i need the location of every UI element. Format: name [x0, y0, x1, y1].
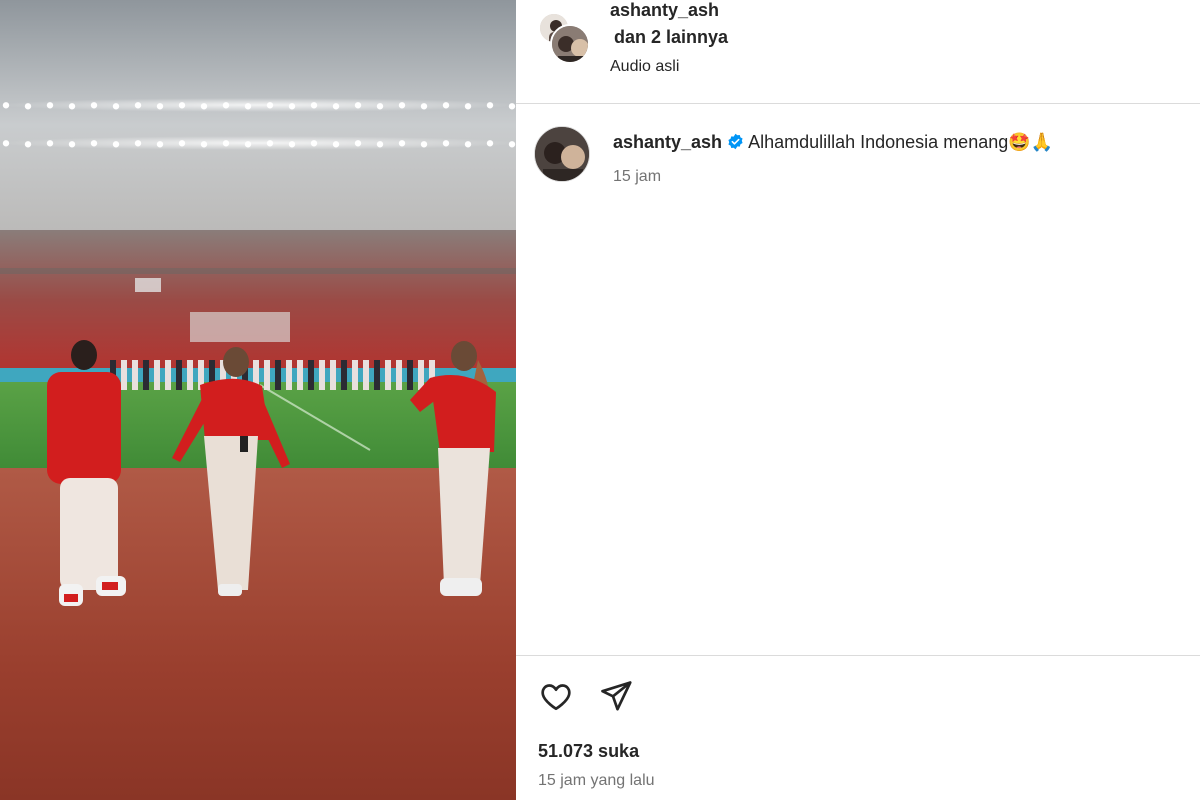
floodlight-dot	[222, 140, 230, 147]
floodlight-dot	[112, 141, 120, 148]
stadium-photo	[0, 0, 516, 800]
floodlight-dot	[200, 141, 208, 148]
floodlight-dot	[222, 102, 230, 109]
floodlight-dot	[464, 103, 472, 110]
floodlight-dot	[354, 140, 362, 147]
floodlight-dot	[376, 141, 384, 148]
distant-player	[264, 360, 270, 390]
heart-outline-icon	[541, 684, 571, 711]
audio-link[interactable]: Audio asli	[610, 58, 679, 76]
caption-avatar[interactable]	[534, 126, 590, 182]
distant-player	[165, 360, 171, 390]
floodlight-dot	[442, 140, 450, 147]
floodlight-dot	[376, 103, 384, 110]
floodlight-dot	[288, 103, 296, 110]
collaborators-link[interactable]: dan 2 lainnya	[614, 27, 728, 48]
distant-player	[330, 360, 336, 390]
distant-player	[352, 360, 358, 390]
distant-player	[363, 360, 369, 390]
floodlight-dot	[156, 103, 164, 110]
caption-text-line: ashanty_ash Alhamdulillah Indonesia menan…	[613, 132, 1053, 153]
floodlight-dot	[156, 141, 164, 148]
distant-player	[154, 360, 160, 390]
distant-player	[297, 360, 303, 390]
avatar-primary	[550, 24, 590, 64]
floodlight-dot	[398, 140, 406, 147]
floodlight-dot	[332, 103, 340, 110]
floodlight-dot	[310, 102, 318, 109]
floodlight-dot	[420, 103, 428, 110]
floodlight-dot	[90, 140, 98, 147]
floodlight-dot	[178, 102, 186, 109]
floodlight-dot	[464, 141, 472, 148]
distant-player	[385, 360, 391, 390]
like-button[interactable]	[538, 678, 574, 714]
floodlight-dot	[134, 102, 142, 109]
floodlight-dot	[112, 103, 120, 110]
floodlight-dot	[134, 140, 142, 147]
floodlight-dot	[266, 140, 274, 147]
distant-player	[418, 360, 424, 390]
distant-player	[396, 360, 402, 390]
distant-player	[374, 360, 380, 390]
distant-player	[132, 360, 138, 390]
distant-player	[187, 360, 193, 390]
floodlight-dot	[68, 141, 76, 148]
floodlight-dot	[420, 141, 428, 148]
caption-row: ashanty_ash Alhamdulillah Indonesia menan…	[516, 104, 1200, 224]
paper-plane-icon	[601, 681, 632, 711]
caption-username[interactable]: ashanty_ash	[613, 132, 722, 152]
floodlight-dot	[508, 103, 516, 110]
floodlight-dot	[2, 102, 10, 109]
distant-player	[121, 360, 127, 390]
floodlight-dot	[178, 140, 186, 147]
verified-badge-icon	[727, 133, 744, 150]
floodlight-dot	[486, 102, 494, 109]
floodlight-dot	[200, 103, 208, 110]
distant-player	[341, 360, 347, 390]
floodlight-dot	[24, 141, 32, 148]
post-actions: 51.073 suka 15 jam yang lalu	[516, 655, 1200, 800]
floodlight-dot	[442, 102, 450, 109]
distant-player	[176, 360, 182, 390]
collab-avatars[interactable]	[538, 12, 594, 68]
distant-player	[143, 360, 149, 390]
post-media[interactable]	[0, 0, 516, 800]
floodlight-dot	[244, 103, 252, 110]
avatar-image	[535, 127, 589, 181]
post-header: ashanty_ash dan 2 lainnya Audio asli	[516, 0, 1200, 104]
floodlight-dot	[68, 103, 76, 110]
like-count[interactable]: 51.073 suka	[538, 741, 639, 762]
floodlight-dot	[90, 102, 98, 109]
floodlight-dot	[398, 102, 406, 109]
floodlight-dot	[310, 140, 318, 147]
caption-body: Alhamdulillah Indonesia menang🤩🙏	[748, 132, 1054, 152]
share-button[interactable]	[598, 678, 634, 714]
floodlight-dot	[288, 141, 296, 148]
post-details-panel: ashanty_ash dan 2 lainnya Audio asli ash…	[516, 0, 1200, 800]
floodlight-dot	[354, 102, 362, 109]
avatar-image	[552, 26, 588, 62]
floodlight-dot	[266, 102, 274, 109]
header-username[interactable]: ashanty_ash	[610, 0, 719, 21]
caption-timestamp[interactable]: 15 jam	[613, 168, 661, 186]
floodlight-dot	[332, 141, 340, 148]
floodlight-dot	[46, 102, 54, 109]
distant-player	[275, 360, 281, 390]
floodlight-dot	[46, 140, 54, 147]
floodlight-dot	[244, 141, 252, 148]
distant-player	[407, 360, 413, 390]
distant-player	[319, 360, 325, 390]
floodlight-dot	[24, 103, 32, 110]
floodlight-dot	[508, 141, 516, 148]
floodlight-dot	[486, 140, 494, 147]
floodlight-dot	[2, 140, 10, 147]
post-date: 15 jam yang lalu	[538, 772, 655, 789]
distant-player	[308, 360, 314, 390]
distant-player	[286, 360, 292, 390]
